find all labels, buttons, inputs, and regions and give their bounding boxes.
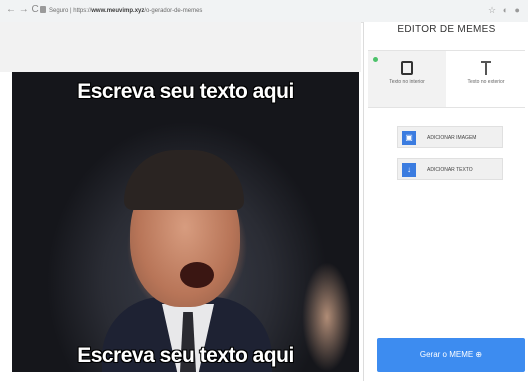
meme-bottom-text[interactable]: Escreva seu texto aqui xyxy=(12,344,359,368)
photo-hair xyxy=(124,150,244,210)
active-indicator-icon xyxy=(373,57,378,62)
tab-text-inside-label: Texto no interior xyxy=(389,79,425,85)
meme-canvas[interactable]: Escreva seu texto aqui Escreva seu texto… xyxy=(12,72,359,372)
tab-text-outside[interactable]: Texto no exterior xyxy=(447,51,525,107)
add-text-button[interactable]: ↓ ADICIONAR TEXTO xyxy=(397,158,503,180)
image-icon: ▣ xyxy=(402,131,416,145)
phone-frame-icon xyxy=(401,61,413,75)
tab-text-outside-label: Texto no exterior xyxy=(467,79,505,85)
tab-text-inside[interactable]: Texto no interior xyxy=(368,51,446,107)
canvas-padding xyxy=(0,22,361,72)
url-prefix: Seguro | https:// xyxy=(49,8,92,14)
add-image-label: ADICIONAR IMAGEM xyxy=(427,135,477,141)
meme-top-text[interactable]: Escreva seu texto aqui xyxy=(12,80,359,104)
browser-toolbar: ← → C Seguro | https://www.meuvimp.xyz/o… xyxy=(0,0,528,23)
panel-title: EDITOR DE MEMES xyxy=(397,24,496,35)
editor-panel: EDITOR DE MEMES Texto no interior Texto … xyxy=(363,22,528,381)
photo-mouth xyxy=(180,262,214,288)
extension-icons[interactable]: ☆ ◐ ● xyxy=(488,5,522,16)
add-image-button[interactable]: ▣ ADICIONAR IMAGEM xyxy=(397,126,503,148)
mode-tabs: Texto no interior Texto no exterior xyxy=(368,50,525,108)
back-forward-reload-icons[interactable]: ← → C xyxy=(6,4,39,16)
text-cursor-icon xyxy=(480,61,492,75)
lock-icon xyxy=(40,6,46,13)
download-icon: ↓ xyxy=(402,163,416,177)
generate-meme-button[interactable]: Gerar o MEME ⊕ xyxy=(377,338,525,372)
url-path: /o-gerador-de-memes xyxy=(144,8,203,14)
url-host: www.meuvimp.xyz xyxy=(91,8,145,14)
address-bar[interactable]: Seguro | https://www.meuvimp.xyz/o-gerad… xyxy=(49,5,249,17)
add-text-label: ADICIONAR TEXTO xyxy=(427,167,473,173)
